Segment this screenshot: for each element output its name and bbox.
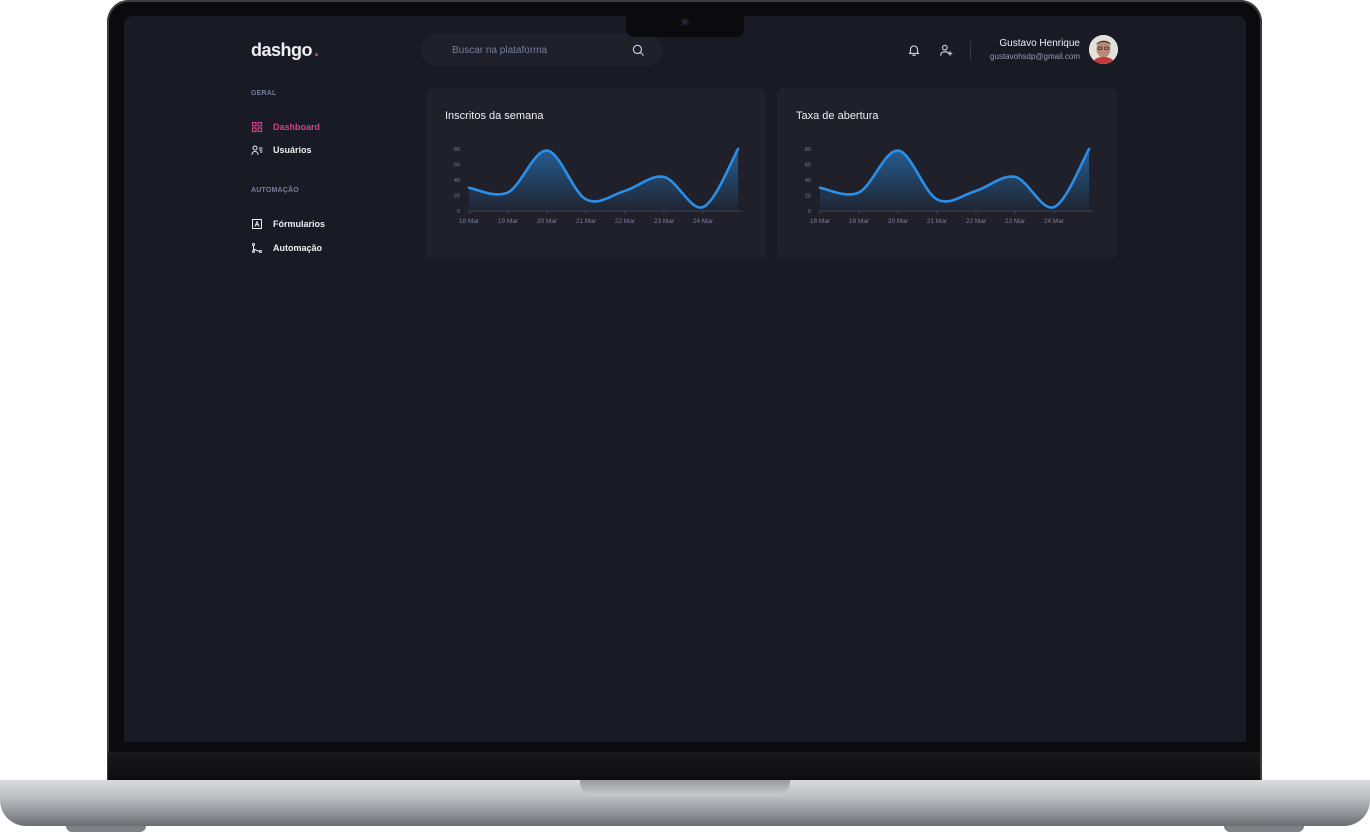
chart-inscritos: 0 20 40 60 80 18 Mar 19 Mar 20 Mar 21 Mar 22 Mar 2… [454,147,742,225]
y-tick-label: 0 [457,209,460,215]
x-tick-label: 22 Mar [966,218,987,225]
laptop-foot-left [66,826,146,832]
form-icon [252,219,262,229]
y-tick-label: 20 [805,194,811,200]
x-tick-label: 24 Mar [693,218,714,225]
laptop-hinge [108,752,1260,782]
y-tick-label: 20 [454,194,460,200]
logo-dot: . [314,40,319,60]
series-area [469,149,739,211]
x-tick-label: 23 Mar [654,218,675,225]
chart-card-taxa: Taxa de abertura 0 20 40 60 80 18 Mar 19 Mar 20… [777,88,1117,259]
profile-name: Gustavo Henrique [999,38,1080,49]
laptop-foot-right [1224,826,1304,832]
logo-text: dashgo [251,40,313,60]
header-divider [970,41,971,60]
search-input[interactable] [450,43,624,57]
search-icon[interactable] [631,43,645,57]
profile-email: gustavohsdp@gmail.com [990,52,1080,61]
x-tick-label: 18 Mar [459,218,480,225]
x-tick-label: 21 Mar [927,218,948,225]
x-tick-label: 20 Mar [888,218,909,225]
bell-icon[interactable] [907,43,921,57]
y-tick-label: 40 [805,178,811,184]
nav-section-geral: GERAL [251,90,277,97]
user-plus-icon[interactable] [939,43,953,57]
nav-section-automacao: AUTOMAÇÃO [251,187,299,194]
app-logo[interactable]: dashgo. [251,40,319,61]
chart-card-inscritos: Inscritos da semana 0 20 40 60 80 18 Mar 19 Ma… [426,88,766,259]
sidebar-item-label: Automação [273,243,323,253]
y-tick-label: 0 [808,209,811,215]
x-tick-label: 19 Mar [849,218,870,225]
users-list-icon [251,145,263,155]
x-tick-label: 20 Mar [537,218,558,225]
sidebar-item-label: Dashboard [273,122,321,132]
y-tick-label: 80 [805,147,811,153]
sidebar-item-label: Usuários [273,145,312,155]
dashboard-grid-icon [251,121,263,133]
sidebar-item-label: Fórmularios [273,219,326,229]
sidebar-item-dashboard[interactable]: Dashboard [251,121,320,133]
search-bar[interactable] [421,34,663,66]
y-tick-label: 60 [454,163,460,169]
y-tick-label: 60 [805,163,811,169]
x-tick-label: 19 Mar [498,218,519,225]
x-tick-label: 24 Mar [1044,218,1065,225]
y-tick-label: 40 [454,178,460,184]
x-tick-label: 23 Mar [1005,218,1026,225]
x-tick-label: 21 Mar [576,218,597,225]
x-tick-label: 22 Mar [615,218,636,225]
series-area [820,149,1090,211]
x-tick-label: 18 Mar [810,218,831,225]
git-branch-icon [252,243,262,253]
y-tick-label: 80 [454,147,460,153]
sidebar-item-usuarios[interactable]: Usuários [251,144,312,156]
laptop-base-notch [580,780,790,796]
avatar-image [1089,35,1118,64]
avatar[interactable] [1089,35,1118,64]
chart-taxa: 0 20 40 60 80 18 Mar 19 Mar 20 Mar 21 Mar 22 Mar 2… [805,147,1093,225]
sidebar-item-formularios[interactable]: Fórmularios [251,218,325,230]
app-screen: dashgo. Gustavo Henrique gustavohsdp@gma… [124,16,1246,742]
sidebar-item-automacao[interactable]: Automação [251,242,322,254]
camera-icon [681,18,689,26]
